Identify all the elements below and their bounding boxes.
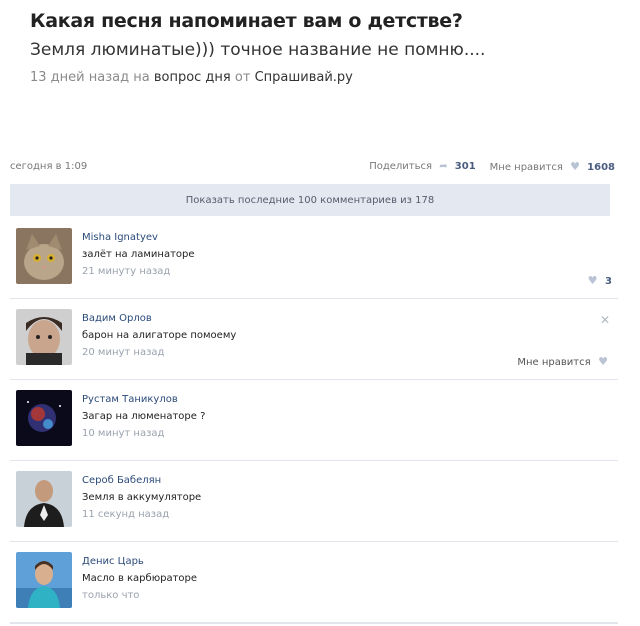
post-meta: 13 дней назад на вопрос дня от Спрашивай… xyxy=(30,70,630,85)
post-question: Какая песня напоминает вам о детстве? xyxy=(30,10,463,32)
comment-body: Вадим Орлов барон на алигаторе помоему 2… xyxy=(82,313,598,358)
section-link[interactable]: вопрос дня xyxy=(154,70,231,85)
comment-body: Денис Царь Масло в карбюраторе только чт… xyxy=(82,556,598,601)
comment-time[interactable]: 11 секунд назад xyxy=(82,509,598,520)
divider xyxy=(10,622,618,624)
share-icon: ➦ xyxy=(439,161,448,172)
post-date: сегодня в 1:09 xyxy=(10,161,88,172)
comment-body: Рустам Таникулов Загар на люменаторе ? 1… xyxy=(82,394,598,439)
avatar[interactable] xyxy=(16,471,72,527)
comment-author[interactable]: Денис Царь xyxy=(82,556,598,567)
comment-text: Масло в карбюраторе xyxy=(82,573,198,584)
heart-icon: ♥ xyxy=(587,274,598,287)
share-button[interactable]: Поделиться ➦ 301 xyxy=(369,161,475,172)
avatar[interactable] xyxy=(16,390,72,446)
post-from: от xyxy=(234,70,251,85)
comment-like-button[interactable]: Мне нравится ♥ xyxy=(517,355,612,368)
avatar[interactable] xyxy=(16,228,72,284)
like-label: Мне нравится xyxy=(489,162,563,173)
share-label: Поделиться xyxy=(369,161,433,172)
share-count: 301 xyxy=(454,161,476,172)
post-answer: Земля люминатые))) точное название не по… xyxy=(30,40,486,60)
comment-item: Сероб Бабелян Земля в аккумуляторе 11 се… xyxy=(10,461,618,542)
comment-like-count: 3 xyxy=(605,276,612,287)
comment-author[interactable]: Рустам Таникулов xyxy=(82,394,598,405)
comment-like-button[interactable]: ♥ 3 xyxy=(584,274,612,287)
comment-text: Загар на люменаторе ? xyxy=(82,411,206,422)
comment-author[interactable]: Misha Ignatyev xyxy=(82,232,598,243)
comment-time[interactable]: только что xyxy=(82,590,598,601)
comment-time[interactable]: 21 минуту назад xyxy=(82,266,598,277)
comment-author[interactable]: Сероб Бабелян xyxy=(82,475,598,486)
comment-text: Земля в аккумуляторе xyxy=(82,492,202,503)
heart-icon: ♥ xyxy=(598,355,608,368)
close-icon[interactable]: ✕ xyxy=(600,313,610,327)
comment-time[interactable]: 10 минут назад xyxy=(82,428,598,439)
avatar[interactable] xyxy=(16,552,72,608)
comment-item: Вадим Орлов барон на алигаторе помоему 2… xyxy=(10,299,618,380)
post-time: 13 дней назад на xyxy=(30,70,150,85)
comment-body: Misha Ignatyev залёт на ламинаторе 21 ми… xyxy=(82,232,598,277)
post: Какая песня напоминает вам о детстве? Зе… xyxy=(30,10,630,85)
comments-list: Misha Ignatyev залёт на ламинаторе 21 ми… xyxy=(10,218,618,622)
post-actions-bar: сегодня в 1:09 Поделиться ➦ 301 Мне нрав… xyxy=(10,160,615,173)
comment-author[interactable]: Вадим Орлов xyxy=(82,313,598,324)
comment-like-label: Мне нравится xyxy=(517,357,591,368)
comment-item: Денис Царь Масло в карбюраторе только чт… xyxy=(10,542,618,622)
comment-text: залёт на ламинаторе xyxy=(82,249,195,260)
comment-body: Сероб Бабелян Земля в аккумуляторе 11 се… xyxy=(82,475,598,520)
site-link[interactable]: Спрашивай.ру xyxy=(255,70,353,85)
comment-text: барон на алигаторе помоему xyxy=(82,330,237,341)
heart-icon: ♥ xyxy=(570,160,580,173)
comment-item: Рустам Таникулов Загар на люменаторе ? 1… xyxy=(10,380,618,461)
show-comments-button[interactable]: Показать последние 100 комментариев из 1… xyxy=(10,184,610,216)
avatar[interactable] xyxy=(16,309,72,365)
comment-item: Misha Ignatyev залёт на ламинаторе 21 ми… xyxy=(10,218,618,299)
like-count: 1608 xyxy=(587,162,615,173)
like-button[interactable]: Мне нравится ♥ 1608 xyxy=(490,160,615,173)
